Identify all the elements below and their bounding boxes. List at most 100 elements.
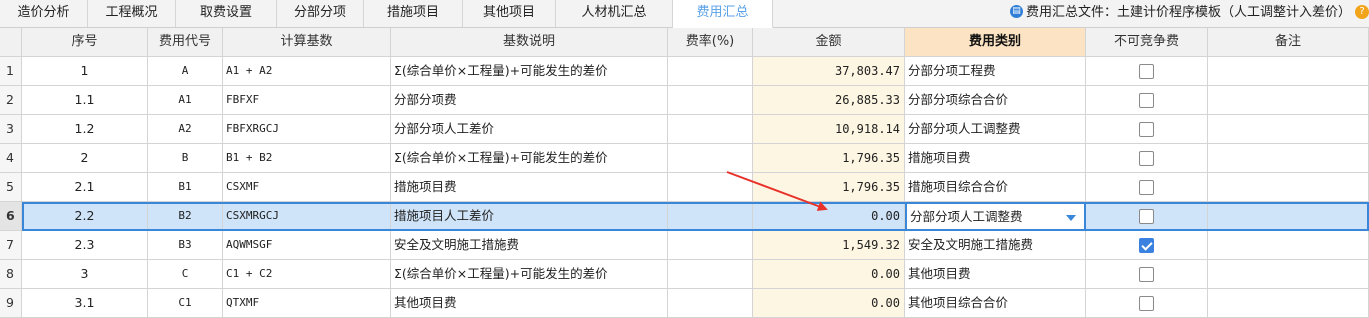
noncompete-checkbox[interactable] (1138, 267, 1154, 282)
col-base-header[interactable]: 计算基数 (223, 28, 391, 57)
seq-cell[interactable]: 1.2 (22, 115, 148, 144)
rate-cell[interactable] (668, 86, 753, 115)
category-cell[interactable]: 分部分项人工调整费 (905, 115, 1086, 144)
category-cell[interactable]: 措施项目综合合价 (905, 173, 1086, 202)
desc-cell[interactable]: 措施项目人工差价 (391, 202, 668, 231)
desc-cell[interactable]: Σ(综合单价×工程量)+可能发生的差价 (391, 260, 668, 289)
noncompete-cell[interactable] (1086, 86, 1208, 115)
rate-cell[interactable] (668, 173, 753, 202)
amount-cell[interactable]: 37,803.47 (753, 57, 905, 86)
col-desc-header[interactable]: 基数说明 (391, 28, 668, 57)
col-noncompete-header[interactable]: 不可竞争费 (1086, 28, 1208, 57)
noncompete-checkbox[interactable] (1138, 209, 1154, 224)
tab-6[interactable]: 其他项目 (463, 0, 556, 27)
tab-1[interactable]: 造价分析 (0, 0, 88, 27)
noncompete-cell[interactable] (1086, 115, 1208, 144)
category-cell[interactable]: 措施项目费 (905, 144, 1086, 173)
amount-cell[interactable]: 0.00 (753, 260, 905, 289)
amount-cell[interactable]: 1,796.35 (753, 144, 905, 173)
noncompete-cell[interactable] (1086, 231, 1208, 260)
base-cell[interactable]: AQWMSGF (223, 231, 391, 260)
col-seq-header[interactable]: 序号 (22, 28, 148, 57)
col-note-header[interactable]: 备注 (1208, 28, 1369, 57)
desc-cell[interactable]: 措施项目费 (391, 173, 668, 202)
table-row[interactable]: 5 2.1 B1 CSXMF 措施项目费 1,796.35 措施项目综合合价 (0, 173, 1369, 202)
desc-cell[interactable]: Σ(综合单价×工程量)+可能发生的差价 (391, 57, 668, 86)
code-cell[interactable]: B3 (148, 231, 223, 260)
code-cell[interactable]: A (148, 57, 223, 86)
rate-cell[interactable] (668, 231, 753, 260)
base-cell[interactable]: FBFXF (223, 86, 391, 115)
category-dropdown-arrow-icon[interactable] (1066, 215, 1076, 221)
seq-cell[interactable]: 1.1 (22, 86, 148, 115)
noncompete-cell[interactable] (1086, 144, 1208, 173)
base-cell[interactable]: CSXMRGCJ (223, 202, 391, 231)
amount-cell[interactable]: 1,796.35 (753, 173, 905, 202)
table-row[interactable]: 2 1.1 A1 FBFXF 分部分项费 26,885.33 分部分项综合合价 (0, 86, 1369, 115)
noncompete-checkbox[interactable] (1138, 64, 1154, 79)
seq-cell[interactable]: 1 (22, 57, 148, 86)
help-icon[interactable]: ? (1355, 4, 1369, 19)
code-cell[interactable]: B (148, 144, 223, 173)
amount-cell[interactable]: 10,918.14 (753, 115, 905, 144)
rate-cell[interactable] (668, 144, 753, 173)
base-cell[interactable]: B1 + B2 (223, 144, 391, 173)
note-cell[interactable] (1208, 231, 1369, 260)
category-cell[interactable]: 分部分项人工调整费 (905, 202, 1086, 231)
noncompete-checkbox[interactable] (1138, 122, 1154, 137)
rate-cell[interactable] (668, 260, 753, 289)
rate-cell[interactable] (668, 115, 753, 144)
tab-5[interactable]: 措施项目 (364, 0, 463, 27)
base-cell[interactable]: FBFXRGCJ (223, 115, 391, 144)
tab-7[interactable]: 人材机汇总 (556, 0, 673, 27)
seq-cell[interactable]: 2.2 (22, 202, 148, 231)
desc-cell[interactable]: 分部分项费 (391, 86, 668, 115)
code-cell[interactable]: B2 (148, 202, 223, 231)
seq-cell[interactable]: 2.3 (22, 231, 148, 260)
note-cell[interactable] (1208, 173, 1369, 202)
seq-cell[interactable]: 2 (22, 144, 148, 173)
table-row[interactable]: 1 1 A A1 + A2 Σ(综合单价×工程量)+可能发生的差价 37,803.47 分部… (0, 57, 1369, 86)
noncompete-checkbox[interactable] (1138, 93, 1154, 108)
category-cell[interactable]: 其他项目费 (905, 260, 1086, 289)
noncompete-cell[interactable] (1086, 173, 1208, 202)
seq-cell[interactable]: 2.1 (22, 173, 148, 202)
base-cell[interactable]: CSXMF (223, 173, 391, 202)
rate-cell[interactable] (668, 202, 753, 231)
tab-2[interactable]: 工程概况 (88, 0, 176, 27)
amount-cell[interactable]: 0.00 (753, 202, 905, 231)
code-cell[interactable]: A2 (148, 115, 223, 144)
col-code-header[interactable]: 费用代号 (148, 28, 223, 57)
note-cell[interactable] (1208, 57, 1369, 86)
noncompete-cell[interactable] (1086, 57, 1208, 86)
amount-cell[interactable]: 26,885.33 (753, 86, 905, 115)
amount-cell[interactable]: 1,549.32 (753, 231, 905, 260)
col-rate-header[interactable]: 费率(%) (668, 28, 753, 57)
code-cell[interactable]: C (148, 260, 223, 289)
noncompete-checkbox[interactable] (1138, 238, 1154, 253)
category-cell[interactable]: 安全及文明施工措施费 (905, 231, 1086, 260)
code-cell[interactable]: A1 (148, 86, 223, 115)
rate-cell[interactable] (668, 57, 753, 86)
code-cell[interactable]: B1 (148, 173, 223, 202)
note-cell[interactable] (1208, 144, 1369, 173)
table-row[interactable]: 4 2 B B1 + B2 Σ(综合单价×工程量)+可能发生的差价 1,796.35 措施项… (0, 144, 1369, 173)
col-amount-header[interactable]: 金额 (753, 28, 905, 57)
seq-cell[interactable]: 3 (22, 260, 148, 289)
table-row[interactable]: 7 2.3 B3 AQWMSGF 安全及文明施工措施费 1,549.32 安全及文明施工措施… (0, 231, 1369, 260)
category-cell[interactable]: 分部分项工程费 (905, 57, 1086, 86)
desc-cell[interactable]: 安全及文明施工措施费 (391, 231, 668, 260)
tab-3[interactable]: 取费设置 (176, 0, 277, 27)
table-row[interactable]: 3 1.2 A2 FBFXRGCJ 分部分项人工差价 10,918.14 分部分项人工调整费 (0, 115, 1369, 144)
table-row[interactable]: 6 2.2 B2 CSXMRGCJ 措施项目人工差价 0.00 分部分项人工调整费 (0, 202, 1369, 231)
note-cell[interactable] (1208, 115, 1369, 144)
category-cell[interactable]: 分部分项综合合价 (905, 86, 1086, 115)
base-cell[interactable]: A1 + A2 (223, 57, 391, 86)
noncompete-checkbox[interactable] (1138, 180, 1154, 195)
tab-4[interactable]: 分部分项 (277, 0, 364, 27)
table-row[interactable]: 8 3 C C1 + C2 Σ(综合单价×工程量)+可能发生的差价 0.00 其他项目费 (0, 260, 1369, 289)
noncompete-cell[interactable] (1086, 202, 1208, 231)
col-category-header[interactable]: 费用类别 (905, 28, 1086, 57)
tab-8[interactable]: 费用汇总 (673, 0, 773, 28)
note-cell[interactable] (1208, 86, 1369, 115)
